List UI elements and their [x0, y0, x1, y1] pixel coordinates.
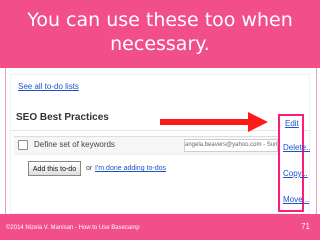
footer-text: ©2014 Nizela V. Manisan - How to Use Bas…: [6, 225, 140, 231]
or-text: or: [86, 165, 93, 172]
slide-title: You can use these too when necessary.: [27, 9, 293, 55]
assignee-date-field[interactable]: angela.beavers@yahoo.com - Sun, Jul 28: [184, 139, 278, 152]
basecamp-screenshot: See all to-do lists SEO Best Practices D…: [10, 74, 310, 214]
actions-highlight-box: Edit Delete... Copy... Move...: [278, 114, 310, 212]
slide-header: You can use these too when necessary.: [0, 0, 320, 68]
done-adding-link[interactable]: I'm done adding to-dos: [95, 164, 166, 174]
slide-footer: ©2014 Nizela V. Manisan - How to Use Bas…: [0, 214, 320, 240]
todo-item-label: Define set of keywords: [34, 140, 115, 149]
page-number: 71: [301, 222, 310, 231]
add-todo-button[interactable]: Add this to-do: [28, 161, 81, 176]
copy-action-link[interactable]: Copy...: [283, 169, 308, 178]
todo-list-title: SEO Best Practices: [16, 112, 109, 123]
edit-action-link[interactable]: Edit: [285, 119, 299, 128]
todo-item-row[interactable]: Define set of keywords angela.beavers@ya…: [14, 136, 279, 155]
move-action-link[interactable]: Move...: [283, 195, 309, 204]
see-all-todo-lists-link[interactable]: See all to-do lists: [18, 82, 79, 92]
red-arrow-icon: [160, 112, 268, 132]
delete-action-link[interactable]: Delete...: [283, 143, 310, 152]
checkbox-icon[interactable]: [18, 140, 28, 150]
